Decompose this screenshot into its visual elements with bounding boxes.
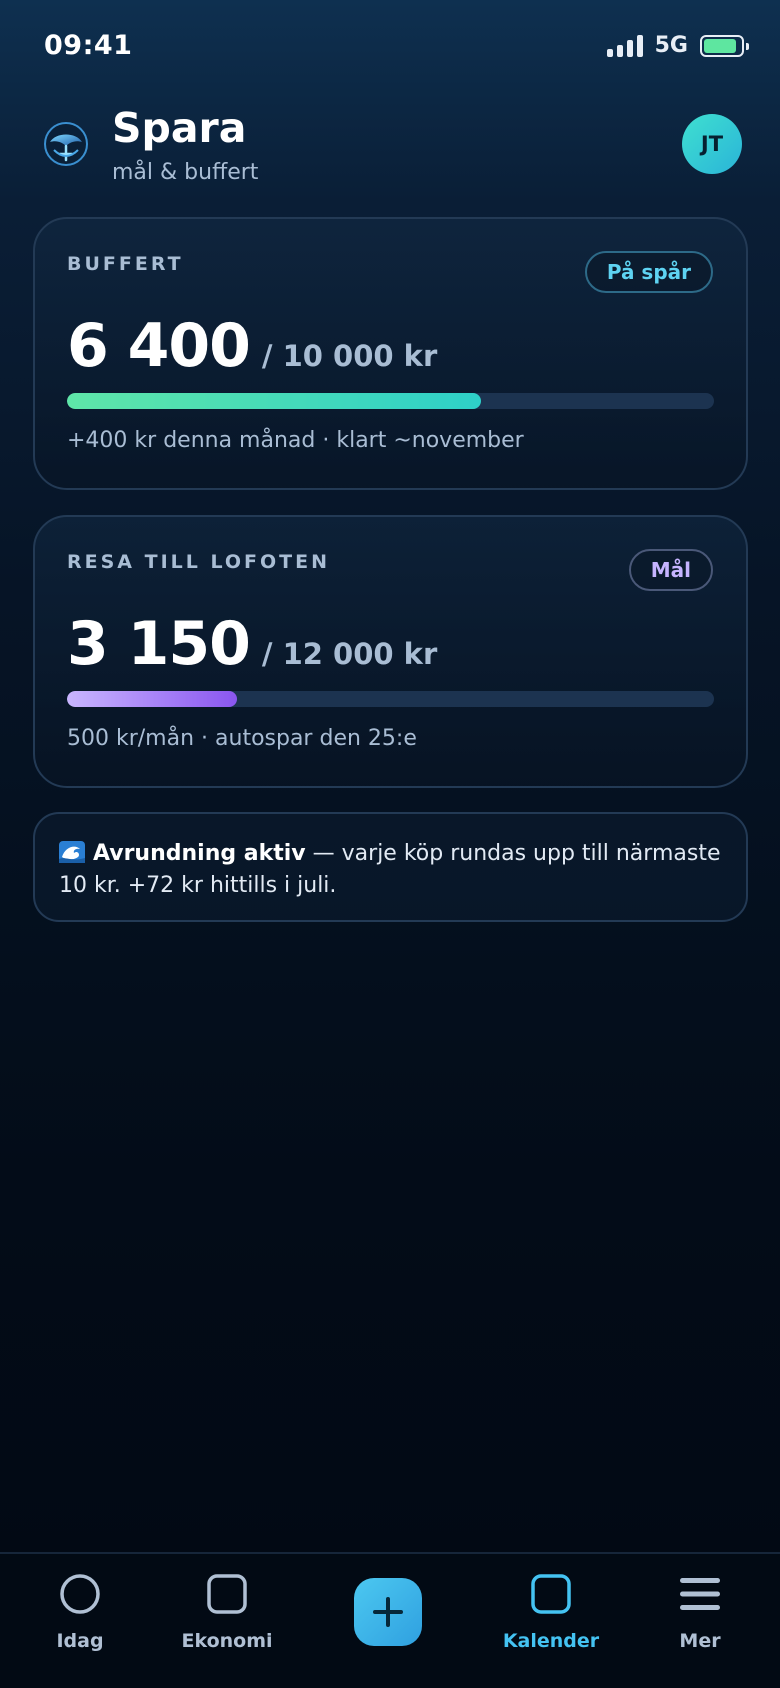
card-amount: 6 400 / 10 000 kr <box>67 311 437 381</box>
circle-icon <box>60 1574 100 1614</box>
progress-bar <box>67 691 714 707</box>
tab-idag[interactable]: Idag <box>20 1572 140 1652</box>
battery-icon <box>700 34 749 57</box>
plus-icon <box>373 1597 403 1627</box>
round-up-banner[interactable]: Avrundning aktiv — varje köp rundas upp … <box>33 812 748 922</box>
progress-bar <box>67 393 714 409</box>
card-label: BUFFERT <box>67 253 184 275</box>
banner-title: Avrundning aktiv <box>93 841 306 866</box>
target-amount: / 12 000 kr <box>261 637 438 671</box>
savings-card-buffert[interactable]: BUFFERT På spår 6 400 / 10 000 kr +400 k… <box>33 217 748 490</box>
savings-card-lofoten[interactable]: RESA TILL LOFOTEN Mål 3 150 / 12 000 kr … <box>33 515 748 788</box>
tab-mer[interactable]: Mer <box>640 1572 760 1652</box>
progress-fill <box>67 393 482 409</box>
status-bar: 09:41 5G <box>0 0 780 94</box>
page-subtitle: mål & buffert <box>112 160 259 185</box>
tab-ekonomi[interactable]: Ekonomi <box>167 1572 287 1652</box>
goal-badge: Mål <box>628 549 713 591</box>
current-amount: 3 150 <box>67 609 251 679</box>
tab-kalender[interactable]: Kalender <box>491 1572 611 1652</box>
signal-icon <box>606 34 643 57</box>
network-label: 5G <box>654 33 688 58</box>
page-header: Spara mål & buffert JT <box>42 104 742 194</box>
page-title: Spara <box>112 104 247 152</box>
status-time: 09:41 <box>44 30 133 61</box>
tab-bar: Idag Ekonomi Kalender Mer <box>0 1552 780 1688</box>
progress-fill <box>67 691 237 707</box>
card-label: RESA TILL LOFOTEN <box>67 551 331 573</box>
menu-icon <box>680 1578 720 1610</box>
avatar[interactable]: JT <box>682 114 742 174</box>
target-amount: / 10 000 kr <box>261 339 438 373</box>
add-button[interactable] <box>354 1578 422 1646</box>
tab-label: Idag <box>56 1630 104 1652</box>
tab-label: Kalender <box>502 1630 600 1652</box>
whale-emblem-icon <box>44 122 88 166</box>
square-icon <box>207 1574 247 1614</box>
card-note: 500 kr/mån · autospar den 25:e <box>67 726 417 751</box>
current-amount: 6 400 <box>67 311 251 381</box>
square-icon <box>531 1574 571 1614</box>
status-badge: På spår <box>584 251 713 293</box>
tab-label: Mer <box>679 1630 721 1652</box>
tab-label: Ekonomi <box>181 1630 273 1652</box>
card-note: +400 kr denna månad · klart ~november <box>67 428 524 453</box>
status-indicators: 5G <box>606 33 749 58</box>
card-amount: 3 150 / 12 000 kr <box>67 609 437 679</box>
wave-icon <box>59 841 85 863</box>
